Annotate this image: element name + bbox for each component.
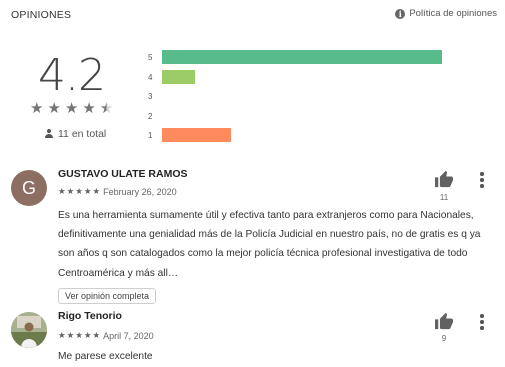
avatar [11,312,47,348]
rating-bar-label: 5 [148,53,153,62]
reviewer-name: GUSTAVO ULATE RAMOS [58,168,188,180]
full-review-button[interactable]: Ver opinión completa [58,288,157,304]
review-text: Es una herramienta sumamente útil y efec… [58,210,481,279]
rating-bar-row: 3 [148,89,468,109]
more-options-icon[interactable] [480,314,484,332]
total-reviews-label: 11 en total [58,128,107,140]
star-icon: ★ [64,100,79,117]
person-icon [44,129,54,139]
rating-bar-label: 1 [148,131,153,140]
total-reviews: 11 en total [44,128,106,140]
average-rating: 4.2 [38,50,106,101]
star-icon: ★ [30,100,44,117]
review-date: February 26, 2020 [103,186,177,197]
reviews-header-title: OPINIONES [11,9,72,21]
review-meta: ★★★★★ February 26, 2020 [58,186,177,197]
thumbs-up-icon[interactable] [434,312,454,335]
review-meta: ★★★★★ April 7, 2020 [58,330,154,341]
rating-bar-row: 1 [148,128,468,148]
info-icon: i [395,8,406,19]
rating-bar-row: 4 [148,69,468,90]
review-text: Me parese excelente [58,351,153,362]
rating-bar-label: 2 [148,111,153,121]
rating-bar-fill [162,128,231,142]
avatar: G [11,170,47,206]
rating-distribution: 5 4 3 2 1 [148,50,468,148]
star-half-icon: ★ [99,100,114,117]
helpful-count: 9 [441,334,447,343]
review-stars: ★★★★★ [58,186,102,196]
rating-bar-row: 2 [148,109,468,129]
review-policy-link[interactable]: i Política de opiniones [395,8,497,19]
rating-bar-label: 4 [148,72,153,82]
rating-stars: ★ ★ ★ ★ ★ [30,101,113,116]
reviewer-name: Rigo Tenorio [58,310,122,322]
helpful-count: 11 [439,193,449,202]
star-icon: ★ [82,100,96,117]
more-options-icon[interactable] [480,172,484,190]
review-date: April 7, 2020 [103,330,154,341]
review-stars: ★★★★★ [58,330,102,340]
star-icon: ★ [47,100,61,117]
rating-bar-label: 3 [148,92,153,101]
thumbs-up-icon[interactable] [434,170,454,193]
review-policy-label: Política de opiniones [409,8,497,19]
rating-bar-fill [162,50,442,64]
rating-bar-fill [162,69,195,84]
rating-bar-row: 5 [148,50,468,70]
